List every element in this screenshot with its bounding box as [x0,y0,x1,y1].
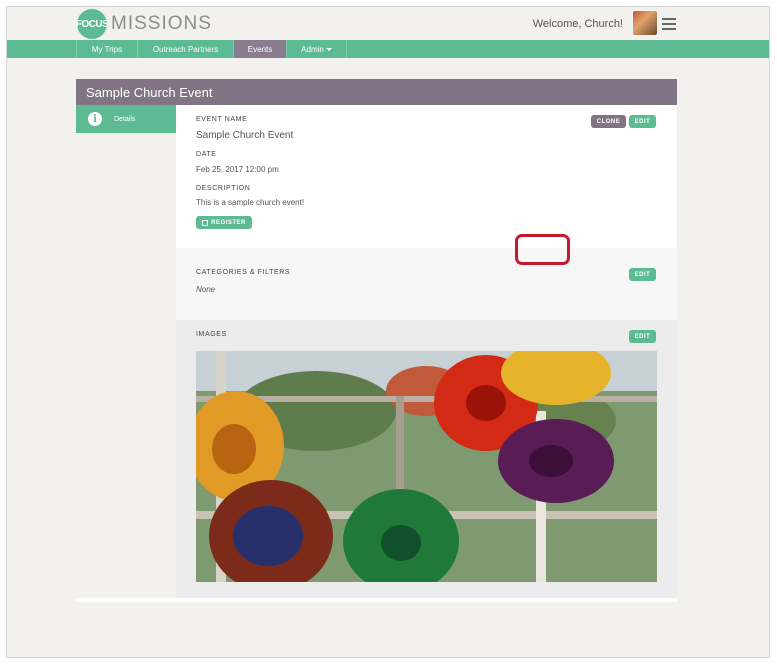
event-name-label: EVENT NAME [196,116,248,123]
nav-events[interactable]: Events [234,40,287,58]
edit-details-button-label: EDIT [634,118,651,125]
logo-mark: FOCUS [76,9,109,39]
user-avatar[interactable] [633,11,657,35]
clone-button-label: CLONE [596,118,621,125]
sidebar-item-label: Details [114,115,136,123]
event-image [196,351,657,582]
focus-missions-logo[interactable]: FOCUS MISSIONS [76,9,212,39]
date-value: Feb 25, 2017 12:00 pm [196,165,279,174]
event-details-content: EVENT NAME Sample Church Event DATE Feb … [176,105,677,598]
images-section: IMAGES EDIT [176,320,677,598]
event-title: Sample Church Event [86,85,213,100]
nav-outreach-partners-label: Outreach Partners [152,44,219,54]
nav-admin[interactable]: Admin [287,40,347,58]
description-label: DESCRIPTION [196,185,251,192]
edit-categories-button[interactable]: EDIT [629,268,656,281]
app-window: FOCUS MISSIONS Welcome, Church! My Trips… [6,6,770,658]
register-button[interactable]: REGISTER [196,216,252,229]
event-card: Sample Church Event i Details EVENT NAME… [76,79,677,602]
nav-outreach-partners[interactable]: Outreach Partners [138,40,234,58]
register-button-label: REGISTER [211,219,246,226]
edit-callout-highlight [515,234,570,265]
edit-images-button-label: EDIT [634,333,651,340]
event-sidebar: i Details [76,105,176,598]
glass-sculpture-photo [196,351,657,582]
external-link-icon [202,219,209,226]
main-nav: My Trips Outreach Partners Events Admin [7,40,769,58]
nav-my-trips[interactable]: My Trips [77,40,138,58]
nav-events-label: Events [247,44,273,54]
clone-button[interactable]: CLONE [591,115,626,128]
nav-my-trips-label: My Trips [91,44,123,54]
categories-value: None [196,285,216,294]
categories-label: CATEGORIES & FILTERS [196,269,291,276]
images-label: IMAGES [196,331,227,338]
info-icon: i [88,112,102,126]
categories-section: CATEGORIES & FILTERS None EDIT [176,248,677,320]
welcome-text: Welcome, Church! [532,18,623,30]
details-section: EVENT NAME Sample Church Event DATE Feb … [176,105,677,248]
edit-categories-button-label: EDIT [634,271,651,278]
description-value: This is a sample church event! [196,198,305,207]
top-header: FOCUS MISSIONS Welcome, Church! [7,7,769,40]
event-title-bar: Sample Church Event [76,79,677,105]
logo-word: MISSIONS [111,13,212,34]
nav-admin-label: Admin [301,44,324,54]
event-name-value: Sample Church Event [196,130,294,141]
chevron-down-icon [325,47,332,51]
edit-images-button[interactable]: EDIT [629,330,656,343]
sidebar-item-details[interactable]: i Details [76,105,176,133]
edit-details-button[interactable]: EDIT [629,115,656,128]
date-label: DATE [196,151,217,158]
hamburger-icon[interactable] [662,18,676,30]
